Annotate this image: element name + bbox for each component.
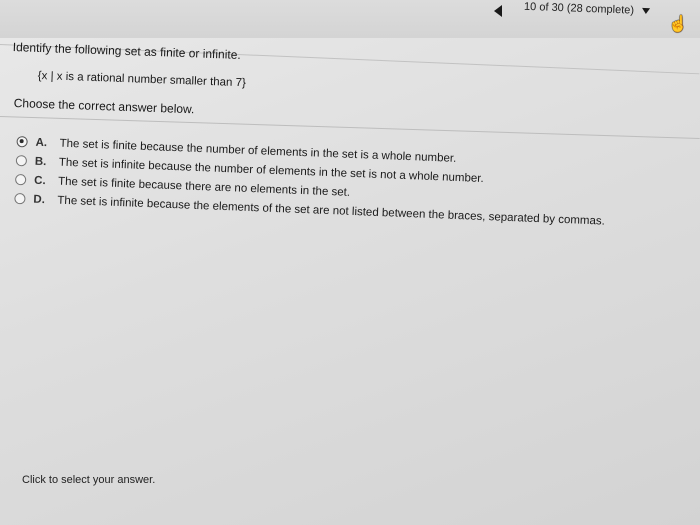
set-definition: {x | x is a rational number smaller than… — [37, 70, 247, 90]
answer-instruction: Choose the correct answer below. — [13, 96, 195, 117]
progress-dropdown[interactable]: 10 of 30 (28 complete) — [523, 0, 651, 17]
caret-down-icon — [641, 7, 651, 15]
option-letter: C. — [33, 174, 46, 187]
hand-cursor-icon: ☝ — [668, 16, 688, 33]
top-toolbar: 10 of 30 (28 complete) ☝ — [0, 0, 700, 38]
progress-label: 10 of 30 (28 complete) — [523, 0, 635, 17]
radio-icon[interactable] — [14, 173, 27, 186]
radio-selected-icon[interactable] — [16, 135, 28, 148]
option-letter: B. — [34, 155, 47, 168]
radio-icon[interactable] — [15, 154, 28, 167]
option-letter: A. — [35, 136, 48, 149]
question-prompt: Identify the following set as finite or … — [12, 40, 241, 62]
previous-question-icon[interactable] — [494, 5, 502, 17]
radio-icon[interactable] — [14, 192, 26, 205]
footer-hint: Click to select your answer. — [22, 474, 156, 486]
answer-options: A. The set is finite because the number … — [14, 132, 656, 233]
option-letter: D. — [33, 193, 46, 206]
